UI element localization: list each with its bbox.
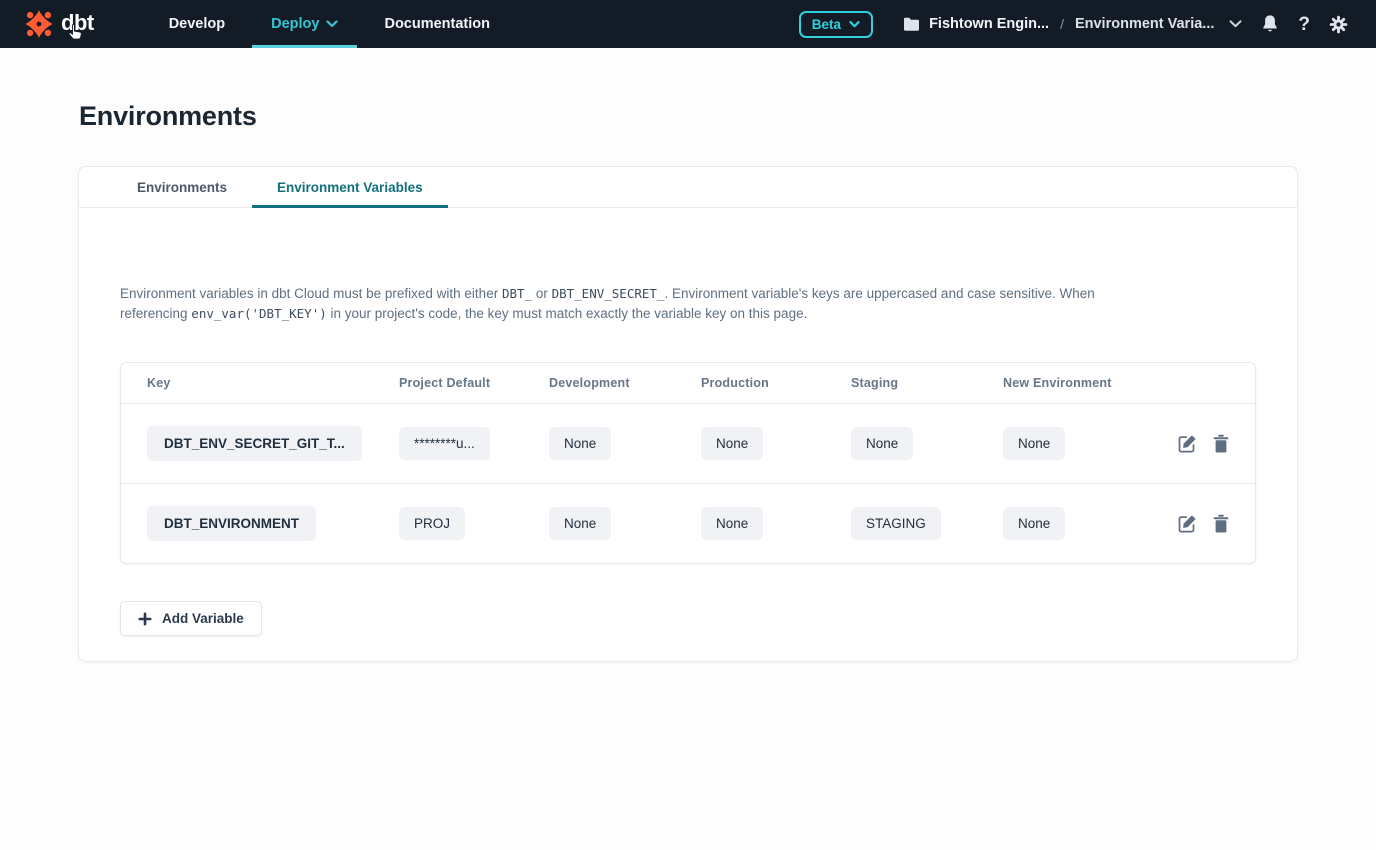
- breadcrumb-page: Environment Varia...: [1075, 16, 1214, 32]
- edit-variable-button[interactable]: [1177, 514, 1197, 534]
- mouse-hand-cursor: [68, 24, 83, 41]
- description-segment: Environment variables in dbt Cloud must …: [120, 286, 502, 301]
- nav-item-documentation[interactable]: Documentation: [361, 0, 513, 48]
- description-segment: in your project's code, the key must mat…: [327, 306, 808, 321]
- variable-key-value[interactable]: DBT_ENV_SECRET_GIT_T...: [147, 426, 362, 461]
- dbt-logo-icon: [24, 9, 54, 39]
- tab-panel-environment-variables: Environment variables in dbt Cloud must …: [79, 208, 1297, 661]
- main-nav: Develop Deploy Documentation: [146, 0, 513, 48]
- dbt-logo[interactable]: dbt: [24, 0, 114, 48]
- add-variable-label: Add Variable: [162, 611, 244, 626]
- nav-item-develop-label: Develop: [169, 16, 225, 32]
- edit-variable-button[interactable]: [1177, 434, 1197, 454]
- delete-variable-button[interactable]: [1212, 434, 1230, 454]
- add-variable-button[interactable]: Add Variable: [120, 601, 262, 636]
- development-value[interactable]: None: [549, 427, 611, 460]
- beta-dropdown[interactable]: Beta: [799, 11, 873, 38]
- project-default-value[interactable]: PROJ: [399, 507, 465, 540]
- new-environment-value[interactable]: None: [1003, 427, 1065, 460]
- variable-key-value[interactable]: DBT_ENVIRONMENT: [147, 506, 316, 541]
- nav-item-documentation-label: Documentation: [384, 16, 490, 32]
- table-header-row: Key Project Default Development Producti…: [121, 363, 1255, 403]
- description-text: Environment variables in dbt Cloud must …: [120, 284, 1160, 324]
- column-header-key: Key: [121, 376, 399, 390]
- help-icon[interactable]: ?: [1298, 15, 1310, 34]
- development-value[interactable]: None: [549, 507, 611, 540]
- tab-environments-label: Environments: [137, 180, 227, 195]
- nav-item-deploy[interactable]: Deploy: [248, 0, 361, 48]
- new-environment-value[interactable]: None: [1003, 507, 1065, 540]
- breadcrumb[interactable]: Fishtown Engin... / Environment Varia...: [903, 16, 1242, 32]
- page-title: Environments: [79, 101, 1376, 132]
- tab-environment-variables[interactable]: Environment Variables: [252, 167, 448, 207]
- nav-item-develop[interactable]: Develop: [146, 0, 248, 48]
- staging-value[interactable]: None: [851, 427, 913, 460]
- plus-icon: [138, 612, 152, 626]
- notifications-bell-icon[interactable]: [1261, 14, 1279, 34]
- project-default-value[interactable]: ********u...: [399, 427, 490, 460]
- code-env-var-example: env_var('DBT_KEY'): [191, 306, 326, 321]
- breadcrumb-separator: /: [1058, 16, 1066, 32]
- environment-variables-table: Key Project Default Development Producti…: [120, 362, 1256, 564]
- top-navbar: dbt Develop Deploy Documentation Beta Fi…: [0, 0, 1376, 48]
- breadcrumb-project: Fishtown Engin...: [929, 16, 1049, 32]
- nav-item-deploy-label: Deploy: [271, 16, 319, 32]
- tab-environments[interactable]: Environments: [112, 167, 252, 207]
- settings-gear-icon[interactable]: [1329, 15, 1348, 34]
- column-header-staging: Staging: [851, 376, 1003, 390]
- delete-variable-button[interactable]: [1212, 514, 1230, 534]
- description-segment: or: [532, 286, 552, 301]
- column-header-new-environment: New Environment: [1003, 376, 1177, 390]
- staging-value[interactable]: STAGING: [851, 507, 941, 540]
- code-dbt-env-secret-prefix: DBT_ENV_SECRET_: [552, 286, 665, 301]
- code-dbt-prefix: DBT_: [502, 286, 532, 301]
- chevron-down-icon: [1229, 20, 1242, 28]
- table-row: DBT_ENVIRONMENT PROJ None None STAGING N…: [121, 483, 1255, 563]
- production-value[interactable]: None: [701, 427, 763, 460]
- production-value[interactable]: None: [701, 507, 763, 540]
- column-header-production: Production: [701, 376, 851, 390]
- tab-bar: Environments Environment Variables: [79, 167, 1297, 208]
- tab-environment-variables-label: Environment Variables: [277, 180, 423, 195]
- column-header-project-default: Project Default: [399, 376, 549, 390]
- beta-label: Beta: [812, 17, 841, 32]
- folder-icon: [903, 17, 920, 31]
- main-content: Environments Environments Environment Va…: [0, 101, 1376, 662]
- environments-card: Environments Environment Variables Envir…: [78, 166, 1298, 662]
- chevron-down-icon: [849, 21, 860, 28]
- table-row: DBT_ENV_SECRET_GIT_T... ********u... Non…: [121, 403, 1255, 483]
- navbar-right: Beta Fishtown Engin... / Environment Var…: [799, 0, 1348, 48]
- chevron-down-icon: [326, 20, 338, 28]
- column-header-development: Development: [549, 376, 701, 390]
